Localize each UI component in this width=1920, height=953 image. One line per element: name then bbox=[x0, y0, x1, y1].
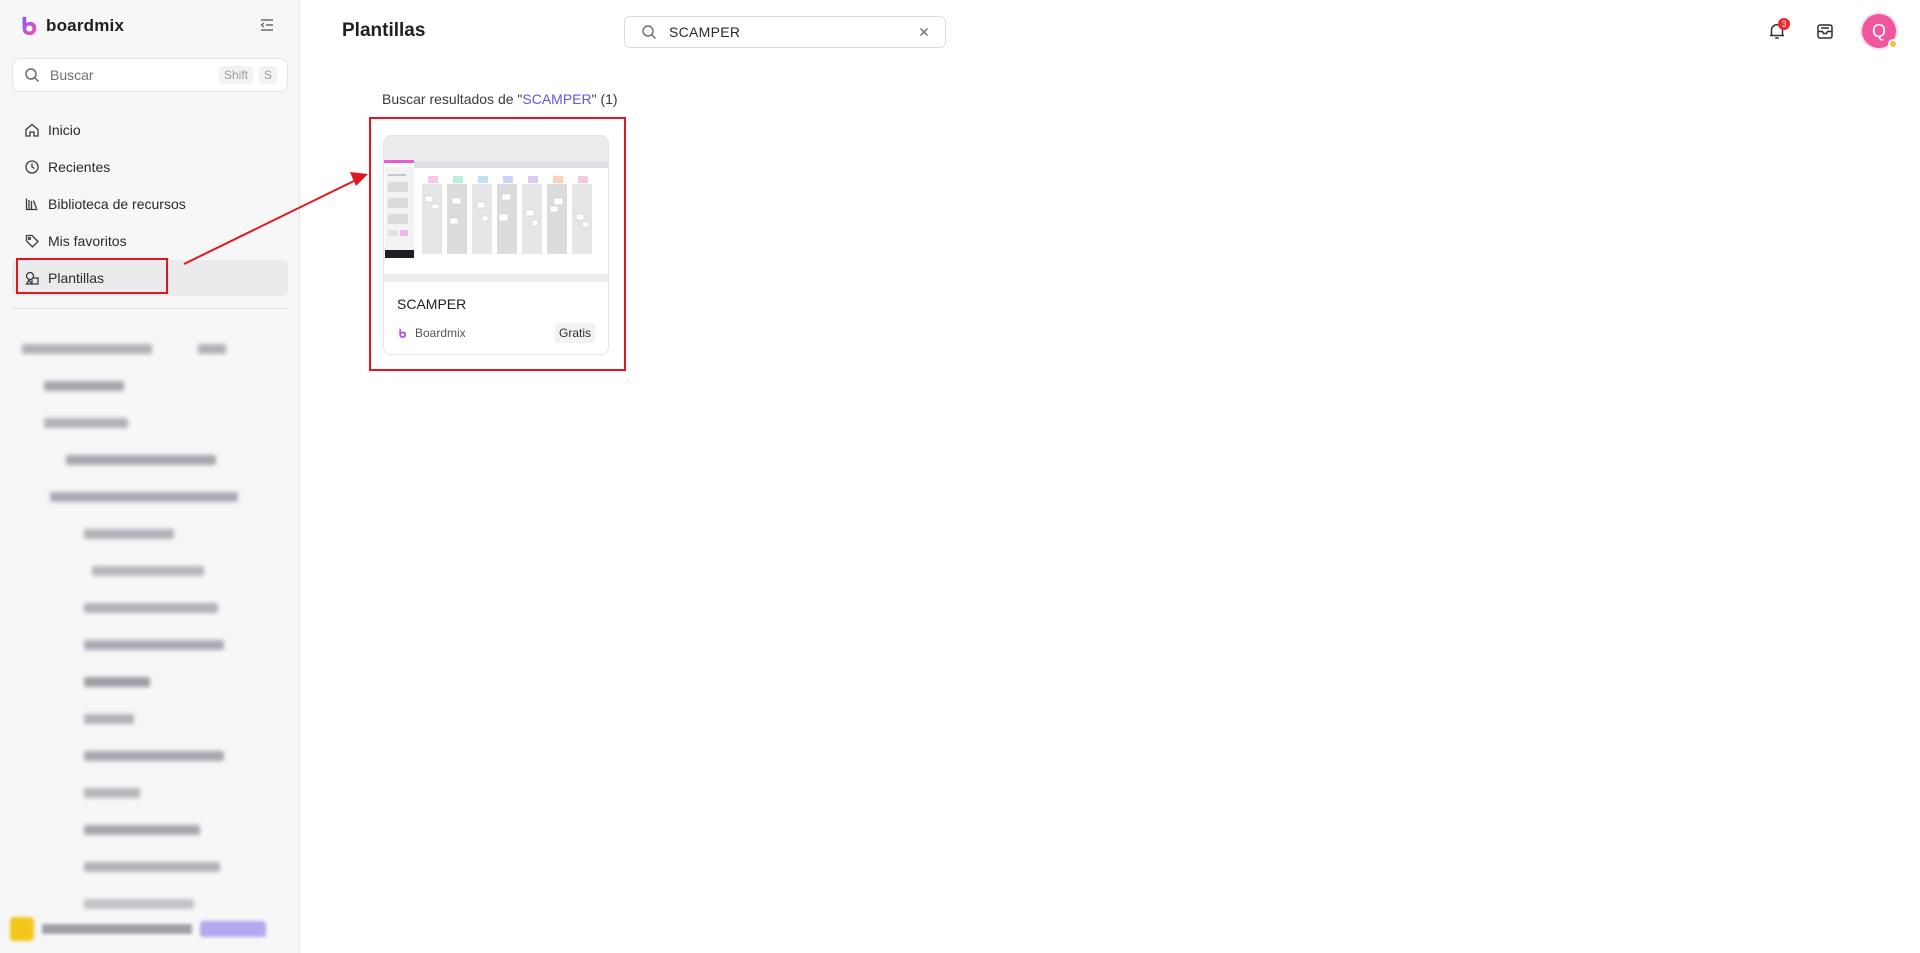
sidebar-item-label: Mis favoritos bbox=[48, 233, 127, 249]
brand-logo[interactable]: boardmix bbox=[18, 14, 124, 38]
inbox-icon[interactable] bbox=[1814, 20, 1836, 42]
template-card-scamper[interactable]: SCAMPER Boardmix Gratis bbox=[383, 135, 609, 355]
clear-search-icon[interactable] bbox=[917, 25, 931, 39]
sidebar-item-inicio[interactable]: Inicio bbox=[12, 112, 288, 148]
template-card-title: SCAMPER bbox=[397, 296, 467, 312]
pixelated-row bbox=[18, 404, 288, 441]
template-icon bbox=[25, 271, 39, 285]
pixelated-row bbox=[18, 700, 288, 737]
sidebar-item-biblioteca[interactable]: Biblioteca de recursos bbox=[12, 186, 288, 222]
shortcut-key-s: S bbox=[258, 66, 277, 84]
avatar-status-dot bbox=[1888, 39, 1898, 49]
pixelated-row bbox=[18, 848, 288, 885]
app-window: boardmix Buscar Shift S Inicio Recientes… bbox=[0, 0, 1920, 953]
pixelated-row bbox=[18, 737, 288, 774]
search-results-summary: Buscar resultados de "SCAMPER" (1) bbox=[382, 91, 618, 107]
pixelated-row bbox=[18, 478, 288, 515]
pixelated-row bbox=[18, 811, 288, 848]
sidebar-divider bbox=[12, 308, 288, 309]
search-value[interactable]: SCAMPER bbox=[669, 24, 917, 40]
sidebar-item-label: Inicio bbox=[48, 122, 81, 138]
results-query: SCAMPER bbox=[522, 91, 592, 107]
page-title: Plantillas bbox=[342, 20, 426, 41]
notification-badge: 3 bbox=[1778, 18, 1790, 30]
template-card-author: Boardmix bbox=[415, 326, 466, 340]
search-icon bbox=[642, 25, 656, 39]
sidebar-item-recientes[interactable]: Recientes bbox=[12, 149, 288, 185]
sidebar-item-plantillas[interactable]: Plantillas bbox=[12, 260, 288, 296]
header-actions: 3 Q bbox=[1766, 14, 1898, 49]
sidebar-item-label: Recientes bbox=[48, 159, 111, 175]
library-icon bbox=[25, 198, 38, 211]
sidebar-item-label: Biblioteca de recursos bbox=[48, 196, 186, 212]
pixelated-row bbox=[18, 589, 288, 626]
pixelated-row bbox=[18, 367, 288, 404]
shortcut-key-shift: Shift bbox=[218, 66, 253, 84]
boardmix-author-icon bbox=[399, 328, 407, 338]
avatar-initial: Q bbox=[1871, 20, 1886, 41]
pixelated-folder-tree bbox=[18, 330, 288, 922]
sidebar-nav: Inicio Recientes Biblioteca de recursos … bbox=[12, 112, 288, 297]
results-prefix: Buscar resultados de " bbox=[382, 91, 523, 107]
pixelated-row bbox=[18, 774, 288, 811]
pixelated-user-footer bbox=[10, 910, 290, 948]
boardmix-logo-icon bbox=[22, 16, 37, 36]
pixelated-row bbox=[18, 330, 288, 367]
tag-icon bbox=[25, 234, 39, 248]
sidebar-search[interactable]: Buscar Shift S bbox=[12, 58, 288, 92]
template-thumbnail bbox=[384, 136, 608, 282]
home-icon bbox=[25, 123, 39, 137]
pixelated-row bbox=[18, 626, 288, 663]
template-card-meta: Boardmix Gratis bbox=[397, 323, 595, 343]
pixelated-row bbox=[18, 515, 288, 552]
user-avatar[interactable]: Q bbox=[1862, 14, 1898, 49]
sidebar-search-placeholder: Buscar bbox=[50, 67, 94, 83]
sidebar: boardmix Buscar Shift S Inicio Recientes… bbox=[0, 0, 300, 953]
sidebar-item-label: Plantillas bbox=[48, 270, 105, 286]
search-icon bbox=[25, 68, 40, 83]
price-badge: Gratis bbox=[554, 323, 595, 343]
results-suffix: " (1) bbox=[591, 91, 618, 107]
pixelated-row bbox=[18, 663, 288, 700]
pixelated-row bbox=[18, 441, 288, 478]
sidebar-item-favoritos[interactable]: Mis favoritos bbox=[12, 223, 288, 259]
collapse-sidebar-icon[interactable] bbox=[258, 16, 276, 34]
clock-icon bbox=[25, 160, 39, 174]
template-search-input[interactable]: SCAMPER bbox=[624, 16, 946, 48]
brand-name: boardmix bbox=[46, 16, 125, 35]
pixelated-row bbox=[18, 552, 288, 589]
notifications-button[interactable]: 3 bbox=[1766, 18, 1790, 42]
scamper-board-preview-icon bbox=[384, 136, 608, 282]
